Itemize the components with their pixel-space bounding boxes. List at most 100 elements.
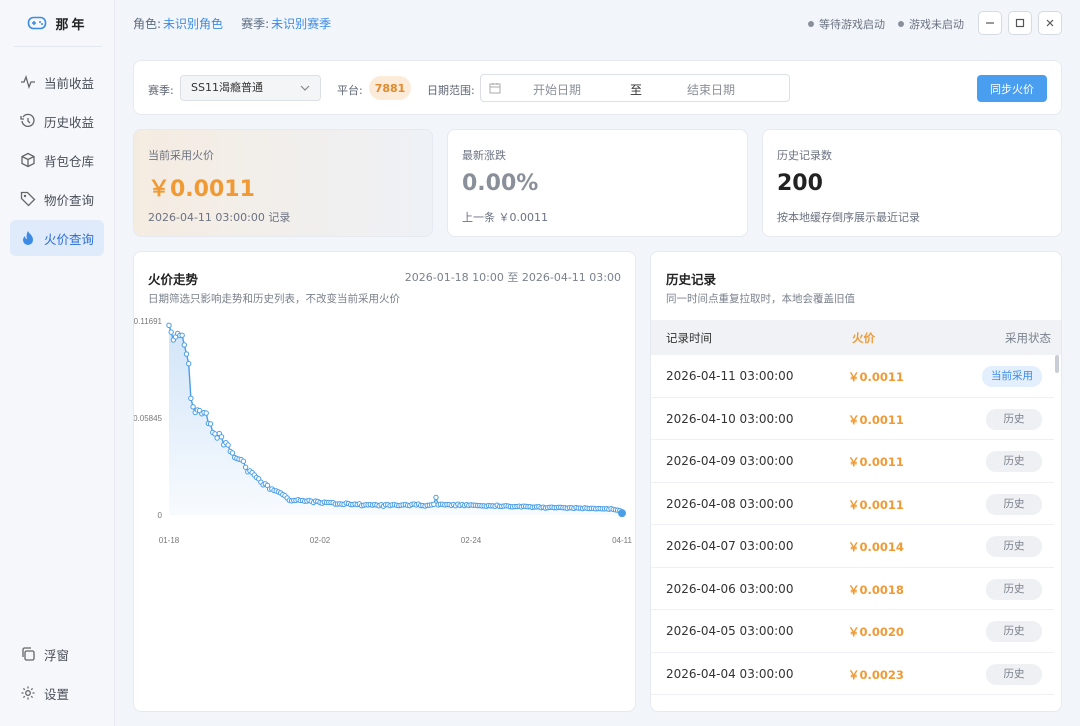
box-icon	[20, 152, 36, 168]
latest-change-card: 最新涨跌 0.00% 上一条 ￥0.0011	[447, 129, 748, 237]
latest-change-value: 0.00%	[462, 171, 539, 196]
price-trend-chart: 0.11691 0.05845 0 01-18 02-02 02-24 04-11	[134, 317, 632, 545]
table-row[interactable]: 2026-04-11 03:00:00 ￥0.0011 当前采用	[651, 355, 1054, 398]
history-title: 历史记录	[666, 272, 717, 287]
data-point	[179, 332, 185, 338]
card-title: 历史记录数	[777, 149, 832, 162]
sidebar-item-label: 历史收益	[44, 114, 95, 130]
data-point	[225, 442, 231, 448]
card-subtitle: 上一条 ￥0.0011	[462, 211, 548, 224]
gear-icon	[20, 685, 36, 701]
data-point	[433, 494, 439, 501]
history-table-body: 2026-04-11 03:00:00 ￥0.0011 当前采用 2026-04-1…	[651, 355, 1054, 695]
row-price: ￥0.0014	[848, 540, 904, 554]
maximize-button[interactable]	[1008, 11, 1032, 35]
season-filter-label: 赛季:	[148, 84, 174, 97]
status-badge: 当前采用	[982, 366, 1042, 387]
sidebar-item-label: 物价查询	[44, 192, 95, 208]
table-row[interactable]: 2026-04-09 03:00:00 ￥0.0011 历史	[651, 440, 1054, 483]
platform-label: 平台:	[337, 84, 363, 97]
sidebar-item-label: 火价查询	[44, 231, 95, 247]
sidebar-item-fire-price[interactable]: 火价查询	[10, 220, 104, 256]
row-time: 2026-04-07 03:00:00	[666, 539, 794, 553]
flame-icon	[20, 230, 36, 246]
status-dot	[808, 21, 814, 27]
game-wait-status: 等待游戏启动	[808, 16, 885, 32]
date-range-picker[interactable]: 开始日期 至 结束日期	[480, 74, 790, 102]
row-price: ￥0.0011	[848, 412, 904, 427]
status-badge: 历史	[986, 451, 1042, 472]
sidebar-item-label: 当前收益	[44, 75, 95, 91]
minimize-button[interactable]	[978, 11, 1002, 35]
sync-price-button[interactable]: 同步火价	[977, 75, 1047, 102]
data-point	[183, 351, 190, 357]
table-row[interactable]: 2026-04-10 03:00:00 ￥0.0011 历史	[651, 398, 1054, 440]
data-point	[190, 404, 196, 410]
row-time: 2026-04-06 03:00:00	[666, 581, 794, 596]
sidebar-item-price-lookup[interactable]: 物价查询	[10, 181, 104, 217]
price-trend-panel: 火价走势 2026-01-18 10:00 至 2026-04-11 03:00…	[133, 251, 636, 712]
row-time: 2026-04-08 03:00:00	[666, 496, 794, 511]
sidebar-item-float-window[interactable]: 浮窗	[10, 636, 104, 672]
chart-subtitle: 日期筛选只影响走势和历史列表，不改变当前采用火价	[148, 293, 400, 305]
sidebar: 那年 当前收益 历史收益 背包仓库 物价查询 火价查询 浮窗 设置	[0, 0, 115, 726]
platform-badge: 7881	[369, 76, 411, 100]
data-point	[229, 450, 236, 456]
row-time: 2026-04-10 03:00:00	[666, 411, 794, 426]
table-row[interactable]: 2026-04-08 03:00:00 ￥0.0011 历史	[651, 483, 1054, 525]
season-label: 赛季:	[241, 16, 270, 31]
row-price: ￥0.0011	[848, 455, 904, 469]
data-point	[207, 421, 214, 427]
date-start-input[interactable]: 开始日期	[533, 81, 581, 98]
table-row[interactable]: 2026-04-04 03:00:00 ￥0.0023 历史	[651, 653, 1054, 695]
history-panel: 历史记录 同一时间点重复拉取时，本地会覆盖旧值 记录时间 火价 采用状态 202…	[650, 251, 1062, 712]
data-point	[166, 322, 172, 329]
table-row[interactable]: 2026-04-06 03:00:00 ￥0.0018 历史	[651, 568, 1054, 610]
app-title: 那年	[55, 17, 88, 33]
calendar-icon	[489, 83, 501, 94]
x-tick-label: 04-11	[612, 536, 632, 545]
row-time: 2026-04-11 03:00:00	[666, 369, 794, 383]
col-header-price: 火价	[852, 331, 875, 345]
card-title: 当前采用火价	[148, 149, 214, 162]
status-badge: 历史	[986, 536, 1042, 557]
card-subtitle: 2026-04-11 03:00:00 记录	[148, 211, 291, 224]
pulse-icon	[20, 74, 36, 90]
x-tick-label: 01-18	[159, 536, 180, 545]
status-text: 游戏未启动	[909, 18, 964, 31]
close-button[interactable]	[1038, 11, 1062, 35]
season-select[interactable]: SS11渴瘾普通	[180, 75, 321, 101]
record-count-card: 历史记录数 200 按本地缓存倒序展示最近记录	[762, 129, 1062, 237]
table-row[interactable]: 2026-04-07 03:00:00 ￥0.0014 历史	[651, 525, 1054, 568]
chart-title: 火价走势	[148, 272, 199, 287]
record-count-value: 200	[777, 171, 823, 196]
status-badge: 历史	[986, 621, 1042, 642]
history-subtitle: 同一时间点重复拉取时，本地会覆盖旧值	[666, 293, 855, 305]
table-row[interactable]: 2026-04-05 03:00:00 ￥0.0020 历史	[651, 610, 1054, 653]
status-badge: 历史	[986, 663, 1042, 685]
date-end-input[interactable]: 结束日期	[687, 81, 735, 98]
row-price: ￥0.0011	[848, 497, 904, 512]
season-value: 未识别赛季	[271, 16, 332, 31]
close-icon	[1046, 19, 1054, 27]
card-title: 最新涨跌	[462, 149, 506, 162]
row-price: ￥0.0020	[848, 625, 904, 639]
status-badge: 历史	[986, 493, 1042, 515]
status-badge: 历史	[986, 408, 1042, 430]
sidebar-item-current-income[interactable]: 当前收益	[10, 64, 104, 100]
row-price: ￥0.0011	[848, 370, 904, 384]
date-separator: 至	[630, 83, 643, 97]
sidebar-nav: 当前收益 历史收益 背包仓库 物价查询 火价查询	[10, 64, 104, 259]
maximize-icon	[1015, 18, 1025, 28]
sidebar-item-history-income[interactable]: 历史收益	[10, 103, 104, 139]
sidebar-item-settings[interactable]: 设置	[10, 675, 104, 711]
data-point	[185, 360, 192, 367]
role-value: 未识别角色	[163, 16, 224, 31]
scrollbar-thumb[interactable]	[1055, 355, 1059, 373]
sidebar-item-backpack[interactable]: 背包仓库	[10, 142, 104, 178]
filter-bar: 赛季: SS11渴瘾普通 平台: 7881 日期范围: 开始日期 至 结束日期 …	[133, 60, 1062, 115]
col-header-time: 记录时间	[666, 331, 712, 345]
y-tick-label: 0	[158, 511, 163, 520]
data-point	[240, 458, 247, 464]
data-point	[181, 342, 188, 348]
